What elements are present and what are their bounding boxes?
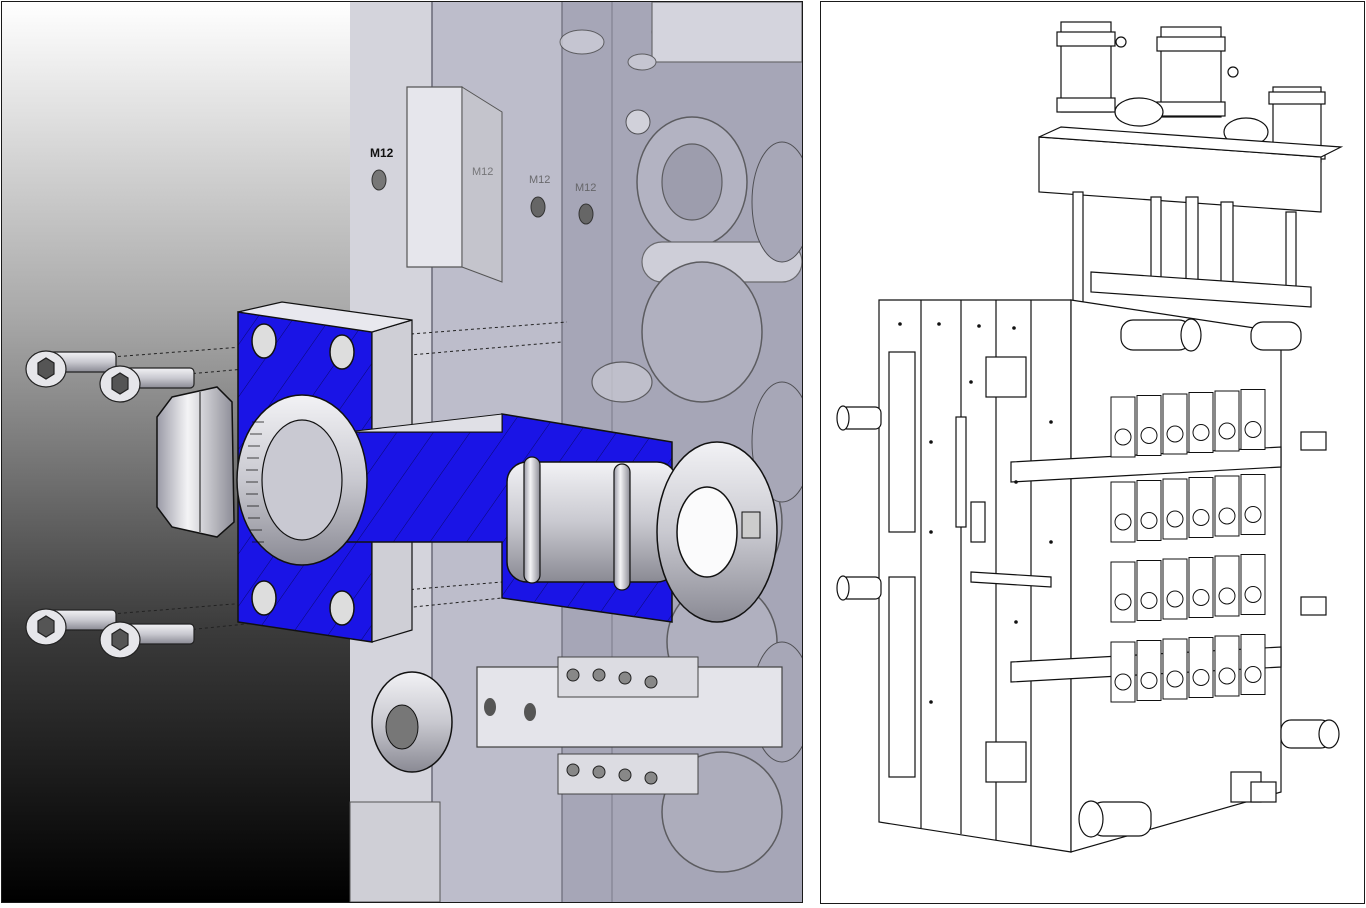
cavity-nozzle: [1114, 428, 1132, 446]
m12-label: M12: [529, 174, 550, 186]
cavity-nozzle: [1140, 512, 1158, 529]
m12-label: M12: [575, 182, 596, 194]
m12-hole-1: [371, 169, 387, 191]
cavity-nozzle: [1114, 513, 1132, 531]
star-knob-icon: [371, 671, 453, 773]
cavity-cell: [1136, 640, 1162, 701]
block: [985, 356, 1027, 398]
cavity-nozzle: [1192, 589, 1210, 606]
cavity-cell: [1136, 395, 1162, 456]
crossbar: [1090, 271, 1312, 308]
cavity-nozzle: [1192, 669, 1210, 686]
m12-hole-3: [578, 203, 594, 225]
guide-pin-icon: [836, 405, 882, 431]
cavity-nozzle: [1218, 507, 1236, 525]
cavity-nozzle: [1244, 506, 1262, 523]
cavity-cell: [1162, 638, 1188, 700]
cavity-nozzle: [1166, 510, 1184, 528]
cavity-cell: [1110, 481, 1136, 543]
pneumatic-cylinder-icon: [1056, 21, 1127, 113]
mold-line-drawing-svg: [836, 21, 1344, 853]
pneumatic-cylinder-icon: [1156, 26, 1239, 118]
cavity-nozzle: [1218, 422, 1236, 440]
cavity-nozzle: [1244, 666, 1262, 683]
cavity-nozzle: [1244, 586, 1262, 603]
cavity-nozzle: [1114, 673, 1132, 691]
guide-pin-icon: [836, 575, 882, 601]
cavity-cell: [1214, 390, 1240, 452]
mold-line-drawing: [820, 1, 1365, 904]
lower-block: [349, 801, 441, 902]
cavity-cell: [1110, 396, 1136, 458]
cavity-nozzle: [1218, 667, 1236, 685]
cavity-cell: [1136, 480, 1162, 541]
front-window: [888, 576, 916, 778]
exploded-section-render: M12 M12 M12 M12: [1, 1, 803, 903]
m12-hole-2: [530, 196, 546, 218]
cavity-nozzle: [1192, 424, 1210, 441]
cavity-nozzle: [1166, 670, 1184, 688]
cavity-cell: [1240, 474, 1266, 535]
cavity-nozzle: [1218, 587, 1236, 605]
cavity-nozzle: [1114, 593, 1132, 611]
cavity-cell: [1188, 392, 1214, 453]
cavity-cell: [1214, 555, 1240, 617]
cavity-nozzle: [1140, 592, 1158, 609]
cavity-cell: [1110, 641, 1136, 703]
cavity-nozzle: [1192, 509, 1210, 526]
nameplate: [970, 501, 986, 543]
cavity-cell: [1188, 477, 1214, 538]
front-window: [888, 351, 916, 533]
cavity-cell: [1214, 635, 1240, 697]
cavity-cell: [1162, 393, 1188, 455]
cavity-cell: [1188, 637, 1214, 698]
cavity-nozzle: [1140, 427, 1158, 444]
guide-pin-icon: [1280, 719, 1340, 749]
block: [985, 741, 1027, 783]
cavity-cell: [1240, 634, 1266, 695]
cavity-nozzle: [1166, 425, 1184, 443]
cavity-cell: [1110, 561, 1136, 623]
cavity-nozzle: [1244, 421, 1262, 438]
cavity-cell: [1240, 554, 1266, 615]
m12-label: M12: [370, 146, 394, 160]
cavity-cell: [1214, 475, 1240, 537]
m12-label: M12: [472, 166, 493, 178]
exploded-section-svg: M12 M12 M12 M12: [2, 2, 802, 902]
cavity-cell: [1136, 560, 1162, 621]
cavity-cell: [1162, 558, 1188, 620]
cavity-nozzle: [1166, 590, 1184, 608]
guide-pin-icon: [1078, 800, 1152, 838]
cavity-cell: [1162, 478, 1188, 540]
cavity-nozzle: [1140, 672, 1158, 689]
cavity-cell: [1240, 389, 1266, 450]
upper-block: [406, 86, 463, 268]
cavity-cell: [1188, 557, 1214, 618]
